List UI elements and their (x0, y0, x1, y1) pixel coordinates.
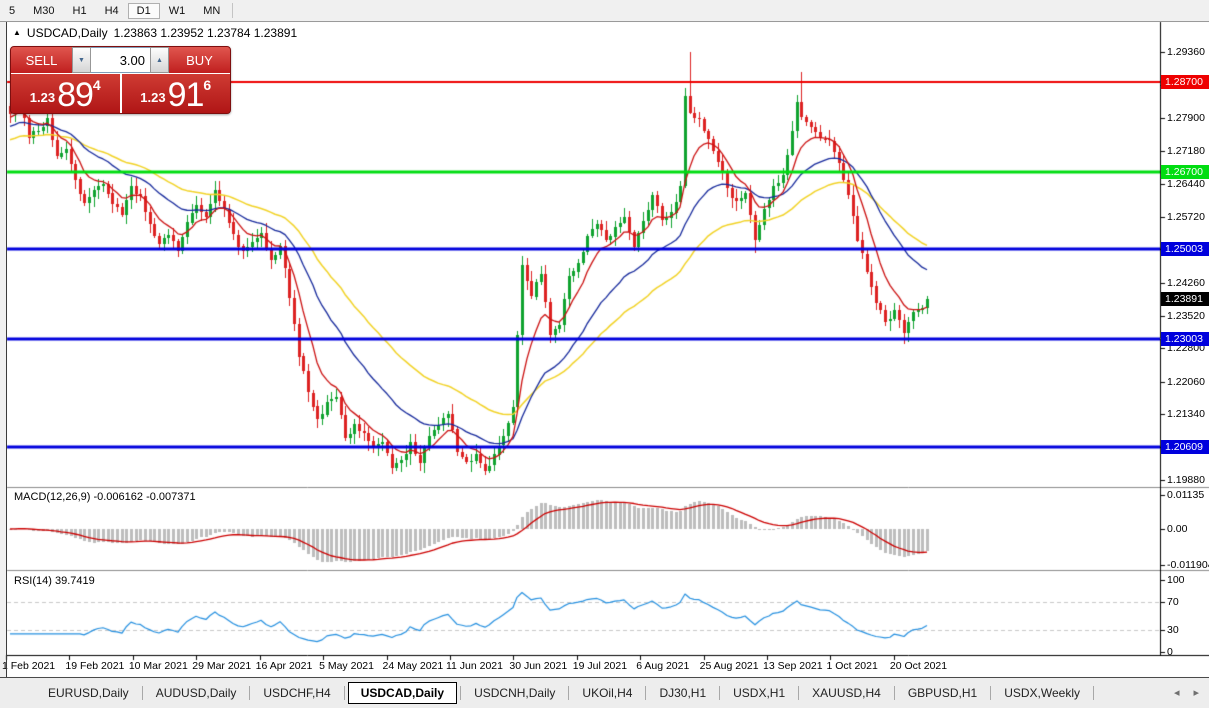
timeframe-button-d1[interactable]: D1 (128, 3, 160, 19)
timeframe-button-h4[interactable]: H4 (96, 3, 128, 19)
chart-title: ▲ USDCAD,Daily 1.23863 1.23952 1.23784 1… (13, 26, 297, 40)
tab-usdx-h1[interactable]: USDX,H1 (723, 683, 795, 703)
tab-usdx-weekly[interactable]: USDX,Weekly (994, 683, 1090, 703)
sell-button[interactable]: SELL (11, 47, 72, 73)
buy-price-big: 91 (168, 81, 204, 110)
volume-decrease-icon[interactable]: ▼ (72, 47, 91, 73)
sell-price-prefix: 1.23 (30, 90, 55, 105)
mt4-window: 5M30H1H4D1W1MN ▲ USDCAD,Daily 1.23863 1.… (0, 0, 1209, 708)
tab-divider (344, 686, 345, 700)
tab-ukoil-h4[interactable]: UKOil,H4 (572, 683, 642, 703)
tab-divider (1093, 686, 1094, 700)
timeframe-button-h1[interactable]: H1 (64, 3, 96, 19)
tab-scroll-right-icon[interactable]: ▸ (1193, 686, 1199, 699)
tab-eurusd-daily[interactable]: EURUSD,Daily (38, 683, 139, 703)
tab-divider (142, 686, 143, 700)
chart-ohlc-values: 1.23863 1.23952 1.23784 1.23891 (114, 26, 298, 40)
sell-price-sup: 4 (93, 77, 101, 93)
tab-audusd-daily[interactable]: AUDUSD,Daily (146, 683, 247, 703)
tab-gbpusd-h1[interactable]: GBPUSD,H1 (898, 683, 987, 703)
sell-price-big: 89 (57, 81, 93, 110)
tab-usdchf-h4[interactable]: USDCHF,H4 (253, 683, 340, 703)
timeframe-button-mn[interactable]: MN (194, 3, 229, 19)
chart-collapse-icon[interactable]: ▲ (13, 29, 21, 37)
tab-divider (719, 686, 720, 700)
buy-price-prefix: 1.23 (140, 90, 165, 105)
chart-symbol-label: USDCAD,Daily (27, 26, 108, 40)
one-click-trade-panel: SELL ▼ 3.00 ▲ BUY 1.23 89 4 1.23 91 6 (10, 46, 231, 114)
tab-divider (990, 686, 991, 700)
timeframe-button-w1[interactable]: W1 (160, 3, 195, 19)
volume-input[interactable]: 3.00 (91, 47, 150, 73)
volume-stepper: ▼ 3.00 ▲ (72, 47, 169, 73)
timeframe-button-m30[interactable]: M30 (24, 3, 63, 19)
tab-dj30-h1[interactable]: DJ30,H1 (649, 683, 716, 703)
toolbar-divider (232, 3, 233, 18)
tab-divider (568, 686, 569, 700)
tab-xauusd-h4[interactable]: XAUUSD,H4 (802, 683, 891, 703)
tab-scroll-left-icon[interactable]: ◂ (1174, 686, 1180, 699)
volume-increase-icon[interactable]: ▲ (150, 47, 169, 73)
tab-divider (894, 686, 895, 700)
tab-usdcad-daily[interactable]: USDCAD,Daily (348, 682, 457, 704)
symbol-tabbar: EURUSD,Daily AUDUSD,Daily USDCHF,H4 USDCAD,… (0, 677, 1209, 708)
buy-price-sup: 6 (203, 77, 211, 93)
timeframe-toolbar: 5M30H1H4D1W1MN (0, 0, 1209, 22)
buy-price[interactable]: 1.23 91 6 (122, 74, 231, 113)
chart-frame-border (6, 21, 7, 678)
macd-label: MACD(12,26,9) -0.006162 -0.007371 (14, 491, 196, 503)
tabbar-scroll: ◂ ▸ (1174, 686, 1199, 699)
tab-divider (460, 686, 461, 700)
tab-divider (645, 686, 646, 700)
buy-button[interactable]: BUY (169, 47, 230, 73)
sell-price[interactable]: 1.23 89 4 (11, 74, 122, 113)
timeframe-button-5[interactable]: 5 (0, 3, 24, 19)
rsi-label: RSI(14) 39.7419 (14, 575, 95, 587)
tab-usdcnh-daily[interactable]: USDCNH,Daily (464, 683, 565, 703)
tab-divider (249, 686, 250, 700)
tab-divider (798, 686, 799, 700)
